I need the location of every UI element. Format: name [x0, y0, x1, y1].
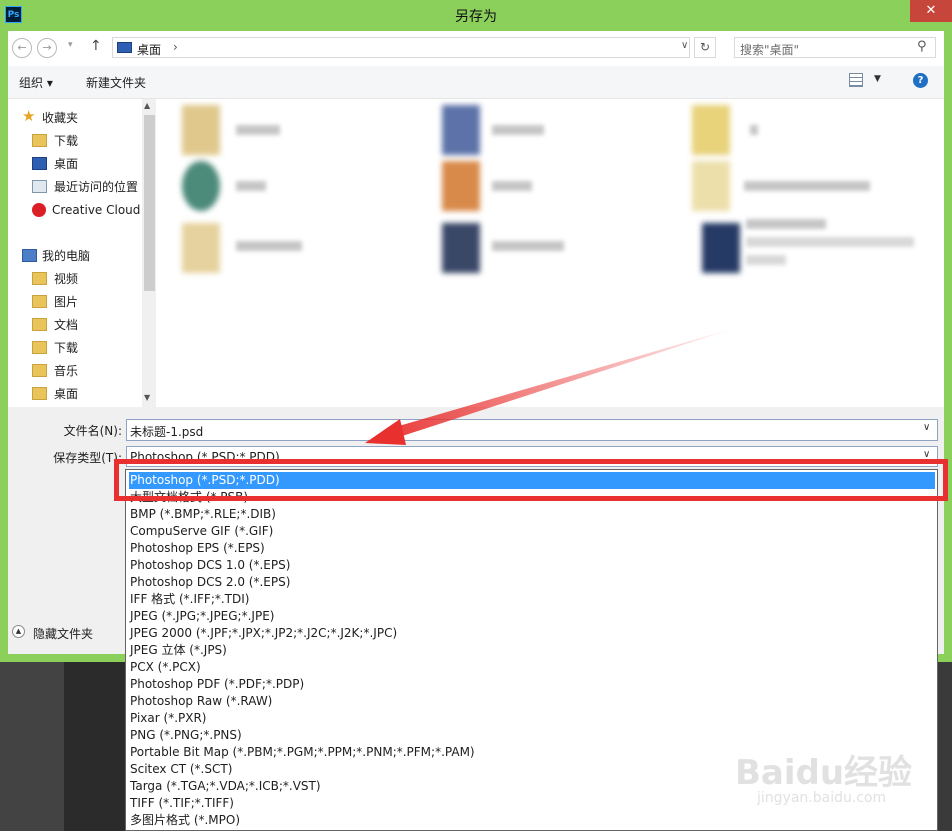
baidu-watermark-url: jingyan.baidu.com: [757, 790, 887, 806]
arrow-head: [365, 419, 406, 445]
annotation-arrow: [365, 328, 735, 445]
arrow-shaft: [392, 328, 735, 438]
baidu-watermark-logo: Baidu经验: [735, 753, 913, 793]
